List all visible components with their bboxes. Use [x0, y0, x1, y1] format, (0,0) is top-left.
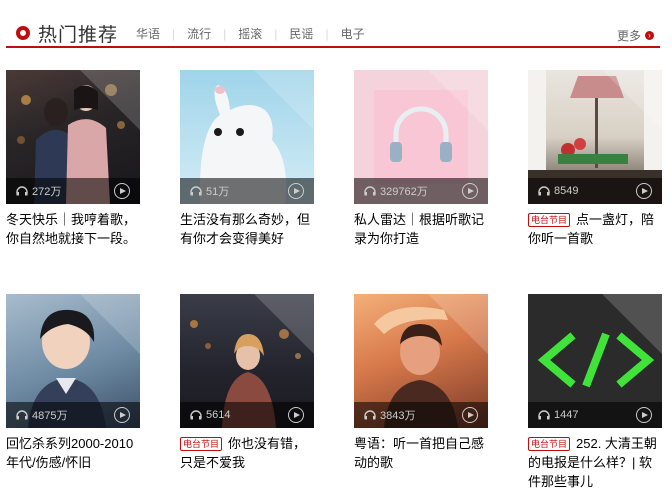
headphones-icon [16, 410, 28, 420]
cover-info-bar: 329762万 [354, 178, 488, 204]
play-icon[interactable] [288, 407, 304, 423]
play-count: 272万 [32, 186, 62, 198]
man-portrait-cover[interactable]: 3843万 [354, 294, 488, 428]
play-icon[interactable] [114, 407, 130, 423]
cover-shine [80, 70, 140, 130]
play-icon[interactable] [636, 183, 652, 199]
radio-program-badge: 电台节目 [528, 437, 571, 451]
singer-portrait-cover[interactable]: 4875万 [6, 294, 140, 428]
play-icon[interactable] [114, 183, 130, 199]
tab-dianzi[interactable]: 电子 [341, 25, 365, 42]
genre-tabs: 华语 | 流行 | 摇滚 | 民谣 | 电子 [136, 25, 365, 42]
headphones-icon [190, 186, 202, 196]
tab-yaogun[interactable]: 摇滚 [238, 25, 262, 42]
cover-info-bar: 1447 [528, 402, 662, 428]
play-count: 329762万 [380, 186, 428, 198]
cover-info-bar: 3843万 [354, 402, 488, 428]
headphones-icon [538, 410, 550, 420]
cover-info-bar: 51万 [180, 178, 314, 204]
headphones-icon [364, 410, 376, 420]
headphones-icon [16, 186, 28, 196]
couple-photo-cover[interactable]: 272万 [6, 70, 140, 204]
playlist-title[interactable]: 电台节目 点一盏灯，陪你听一首歌 [528, 210, 662, 248]
divider: | [274, 26, 278, 41]
playlist-title[interactable]: 冬天快乐｜我哼着歌，你自然地就接下一段。 [6, 210, 140, 248]
playlist-title[interactable]: 私人雷达｜根据听歌记录为你打造 [354, 210, 488, 248]
cover-shine [428, 294, 488, 354]
play-icon[interactable] [288, 183, 304, 199]
play-icon[interactable] [636, 407, 652, 423]
more-label: 更多 [616, 29, 641, 43]
play-count: 5614 [206, 409, 231, 421]
divider: | [172, 26, 176, 41]
playlist-title[interactable]: 生活没有那么奇妙，但有你才会变得美好 [180, 210, 314, 248]
plush-toy-photo-cover[interactable]: 51万 [180, 70, 314, 204]
playlist-title-text: 粤语：听一首把自己感动的歌 [354, 436, 485, 470]
playlist-title[interactable]: 电台节目 你也没有错，只是不爱我 [180, 434, 314, 472]
play-count: 4875万 [32, 410, 68, 422]
cover-info-bar: 4875万 [6, 402, 140, 428]
cover-shine [428, 70, 488, 130]
cover-shine [254, 294, 314, 354]
playlist-title-text: 冬天快乐｜我哼着歌，你自然地就接下一段。 [6, 212, 137, 246]
play-count: 1447 [554, 409, 579, 421]
ring-icon [16, 26, 30, 40]
divider: | [223, 26, 227, 41]
playlist-title-text: 私人雷达｜根据听歌记录为你打造 [354, 212, 485, 246]
lamp-photo-cover[interactable]: 8549 [528, 70, 662, 204]
play-icon[interactable] [462, 183, 478, 199]
headphones-icon [538, 186, 550, 196]
section-header: 热门推荐 华语 | 流行 | 摇滚 | 民谣 | 电子 更多 › [6, 8, 660, 48]
playlist-title-text: 生活没有那么奇妙，但有你才会变得美好 [180, 212, 311, 246]
play-count: 3843万 [380, 410, 416, 422]
headphones-icon [190, 410, 202, 420]
arrow-right-icon: › [645, 31, 654, 40]
more-link[interactable]: 更多 › [617, 27, 654, 44]
play-count: 51万 [206, 186, 230, 198]
radio-program-badge: 电台节目 [180, 437, 223, 451]
headphones-photo-cover[interactable]: 329762万 [354, 70, 488, 204]
headphones-icon [364, 186, 376, 196]
code-brackets-logo-cover[interactable]: 1447 [528, 294, 662, 428]
divider: | [325, 26, 329, 41]
tab-huayu[interactable]: 华语 [136, 25, 160, 42]
playlist-title[interactable]: 回忆杀系列2000-2010年代/伤感/怀旧 [6, 434, 140, 472]
cover-info-bar: 8549 [528, 178, 662, 204]
tab-liuxing[interactable]: 流行 [187, 25, 211, 42]
cover-shine [254, 70, 314, 130]
section-title: 热门推荐 [38, 25, 119, 46]
tab-minyao[interactable]: 民谣 [289, 25, 313, 42]
playlist-title[interactable]: 粤语：听一首把自己感动的歌 [354, 434, 488, 472]
radio-program-badge: 电台节目 [528, 213, 571, 227]
play-icon[interactable] [462, 407, 478, 423]
playlist-title-text: 回忆杀系列2000-2010年代/伤感/怀旧 [6, 436, 134, 470]
night-city-photo-cover[interactable]: 5614 [180, 294, 314, 428]
cover-info-bar: 5614 [180, 402, 314, 428]
cover-shine [602, 70, 662, 130]
cover-shine [80, 294, 140, 354]
playlist-title[interactable]: 电台节目 252. 大清王朝的电报是什么样？| 软件那些事儿 [528, 434, 662, 491]
play-count: 8549 [554, 185, 579, 197]
cover-shine [602, 294, 662, 354]
cover-info-bar: 272万 [6, 178, 140, 204]
